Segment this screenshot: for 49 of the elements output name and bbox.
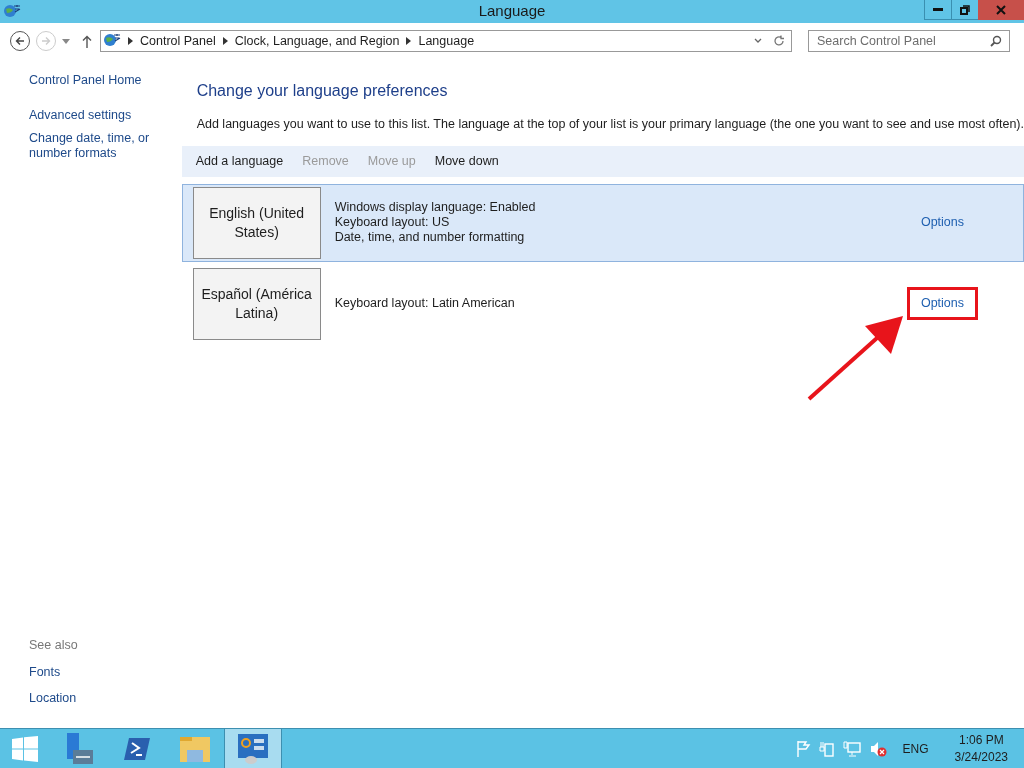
breadcrumb-arrow-icon[interactable] <box>128 37 133 45</box>
chevron-down-icon[interactable] <box>754 38 762 44</box>
clock[interactable]: 1:06 PM 3/24/2023 <box>954 731 1008 766</box>
breadcrumb-arrow-icon[interactable] <box>406 37 412 45</box>
toolbar-button[interactable]: Add a language <box>195 151 284 171</box>
see-also-link[interactable]: Location <box>29 689 182 708</box>
language-tile[interactable]: English (United States) <box>192 186 321 259</box>
clock-time: 1:06 PM <box>958 731 1004 749</box>
toolbar-button[interactable]: Move down <box>434 151 499 171</box>
minimize-button[interactable] <box>924 0 951 20</box>
search-icon[interactable] <box>990 35 1002 47</box>
options-link[interactable]: Options <box>906 287 978 321</box>
back-arrow-icon <box>15 36 25 46</box>
shell-icon <box>123 735 151 762</box>
refresh-icon[interactable] <box>773 35 785 47</box>
description: Add languages you want to use to this list. The language at the top of your list is your primary language (the one you want to see and use most often). <box>195 116 1024 133</box>
close-button[interactable] <box>978 0 1024 20</box>
forward-arrow-icon <box>41 36 51 46</box>
breadcrumb-arrow-icon[interactable] <box>222 37 228 45</box>
dropdown-caret-icon[interactable] <box>62 38 70 44</box>
options-link[interactable]: Options <box>906 206 978 240</box>
language-detail: Keyboard layout: US <box>334 215 451 231</box>
up-arrow-icon[interactable] <box>82 34 92 48</box>
language-tile[interactable]: Español (América Latina) <box>192 267 321 340</box>
clock-date: 3/24/2023 <box>954 748 1008 766</box>
speaker-muted-icon[interactable] <box>868 740 887 757</box>
language-detail: Windows display language: Enabled <box>334 200 536 216</box>
page-heading: Change your language preferences <box>195 81 449 101</box>
sidebar-link[interactable]: Control Panel Home <box>29 73 182 88</box>
breadcrumb[interactable]: Control Panel <box>140 31 216 51</box>
search-field[interactable]: Search Control Panel <box>808 30 1010 52</box>
address-bar[interactable]: Control Panel Clock, Language, and Region Language <box>100 30 792 52</box>
see-also-heading: See also <box>29 636 79 654</box>
language-indicator[interactable]: ENG <box>902 739 929 758</box>
windows-logo-icon <box>12 735 38 762</box>
minimize-icon <box>933 7 943 12</box>
close-icon <box>996 5 1006 15</box>
language-detail: Date, time, and number formatting <box>334 230 526 246</box>
language-detail: Keyboard layout: Latin American <box>334 296 515 312</box>
language-row[interactable]: English (United States) Windows display language: Enabled Keyboard layout: US Date, time, and number formatting Options <box>181 183 1024 262</box>
sidebar-link[interactable]: Advanced settings <box>29 108 182 123</box>
breadcrumb[interactable]: Clock, Language, and Region <box>234 31 400 51</box>
restore-icon <box>960 4 970 15</box>
window-title: Language <box>478 1 546 22</box>
control-panel-icon <box>237 732 269 765</box>
breadcrumb[interactable]: Language <box>418 31 475 51</box>
see-also-link[interactable]: Fonts <box>29 662 182 682</box>
sidebar-link[interactable]: Change date, time, or number formats <box>29 131 182 161</box>
taskbar-app[interactable] <box>224 729 282 768</box>
